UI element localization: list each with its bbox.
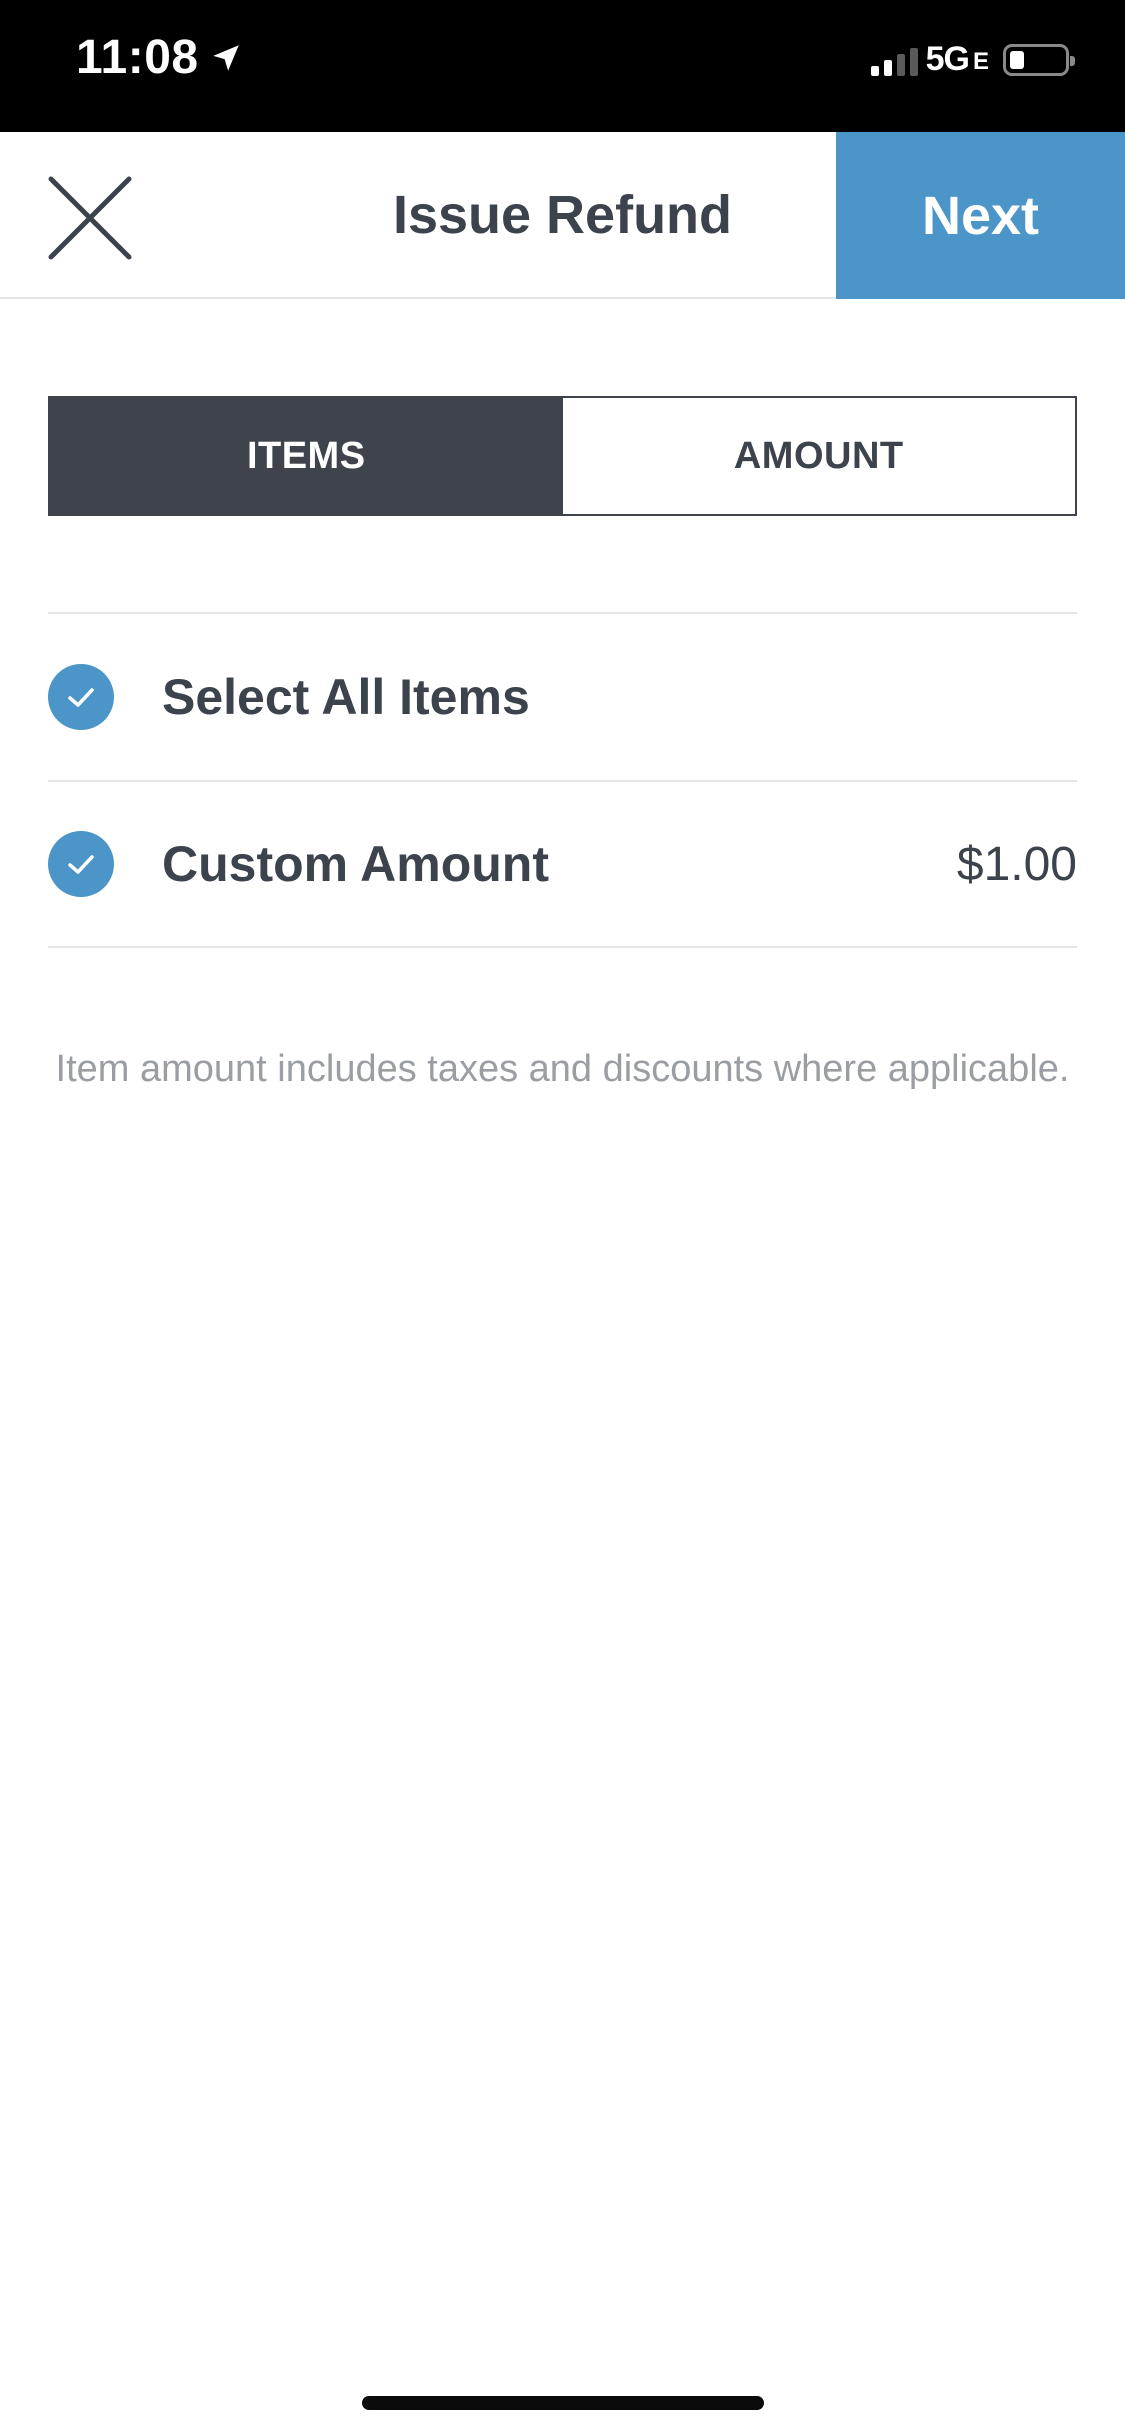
network-type: 5G <box>925 40 970 78</box>
custom-amount-price: $1.00 <box>956 837 1077 891</box>
status-bar: 11:08 5G E <box>0 0 1125 132</box>
status-time-group: 11:08 <box>76 30 243 85</box>
tax-note: Item amount includes taxes and discounts… <box>55 1048 1070 1090</box>
header-bar: Issue Refund Next <box>0 132 1125 299</box>
tab-items[interactable]: ITEMS <box>50 398 563 514</box>
tab-amount[interactable]: AMOUNT <box>562 398 1075 514</box>
close-button[interactable] <box>40 168 140 268</box>
checkmark-icon[interactable] <box>48 831 114 897</box>
network-suffix: E <box>972 47 989 75</box>
refund-mode-tabs: ITEMS AMOUNT <box>48 396 1077 516</box>
close-icon <box>48 176 132 260</box>
battery-low-icon <box>1003 43 1075 76</box>
checkmark-icon[interactable] <box>48 664 114 730</box>
location-arrow-icon <box>212 44 239 71</box>
select-all-label: Select All Items <box>162 669 530 725</box>
status-indicators: 5G E <box>870 40 1075 79</box>
cell-signal-icon <box>870 44 918 76</box>
custom-amount-row[interactable]: Custom Amount $1.00 <box>48 780 1077 948</box>
status-time: 11:08 <box>76 31 199 84</box>
next-button[interactable]: Next <box>836 132 1125 299</box>
home-indicator[interactable] <box>362 2396 764 2410</box>
select-all-row[interactable]: Select All Items <box>48 612 1077 780</box>
refund-item-list: Select All Items Custom Amount $1.00 <box>48 612 1077 948</box>
custom-amount-label: Custom Amount <box>162 836 549 892</box>
